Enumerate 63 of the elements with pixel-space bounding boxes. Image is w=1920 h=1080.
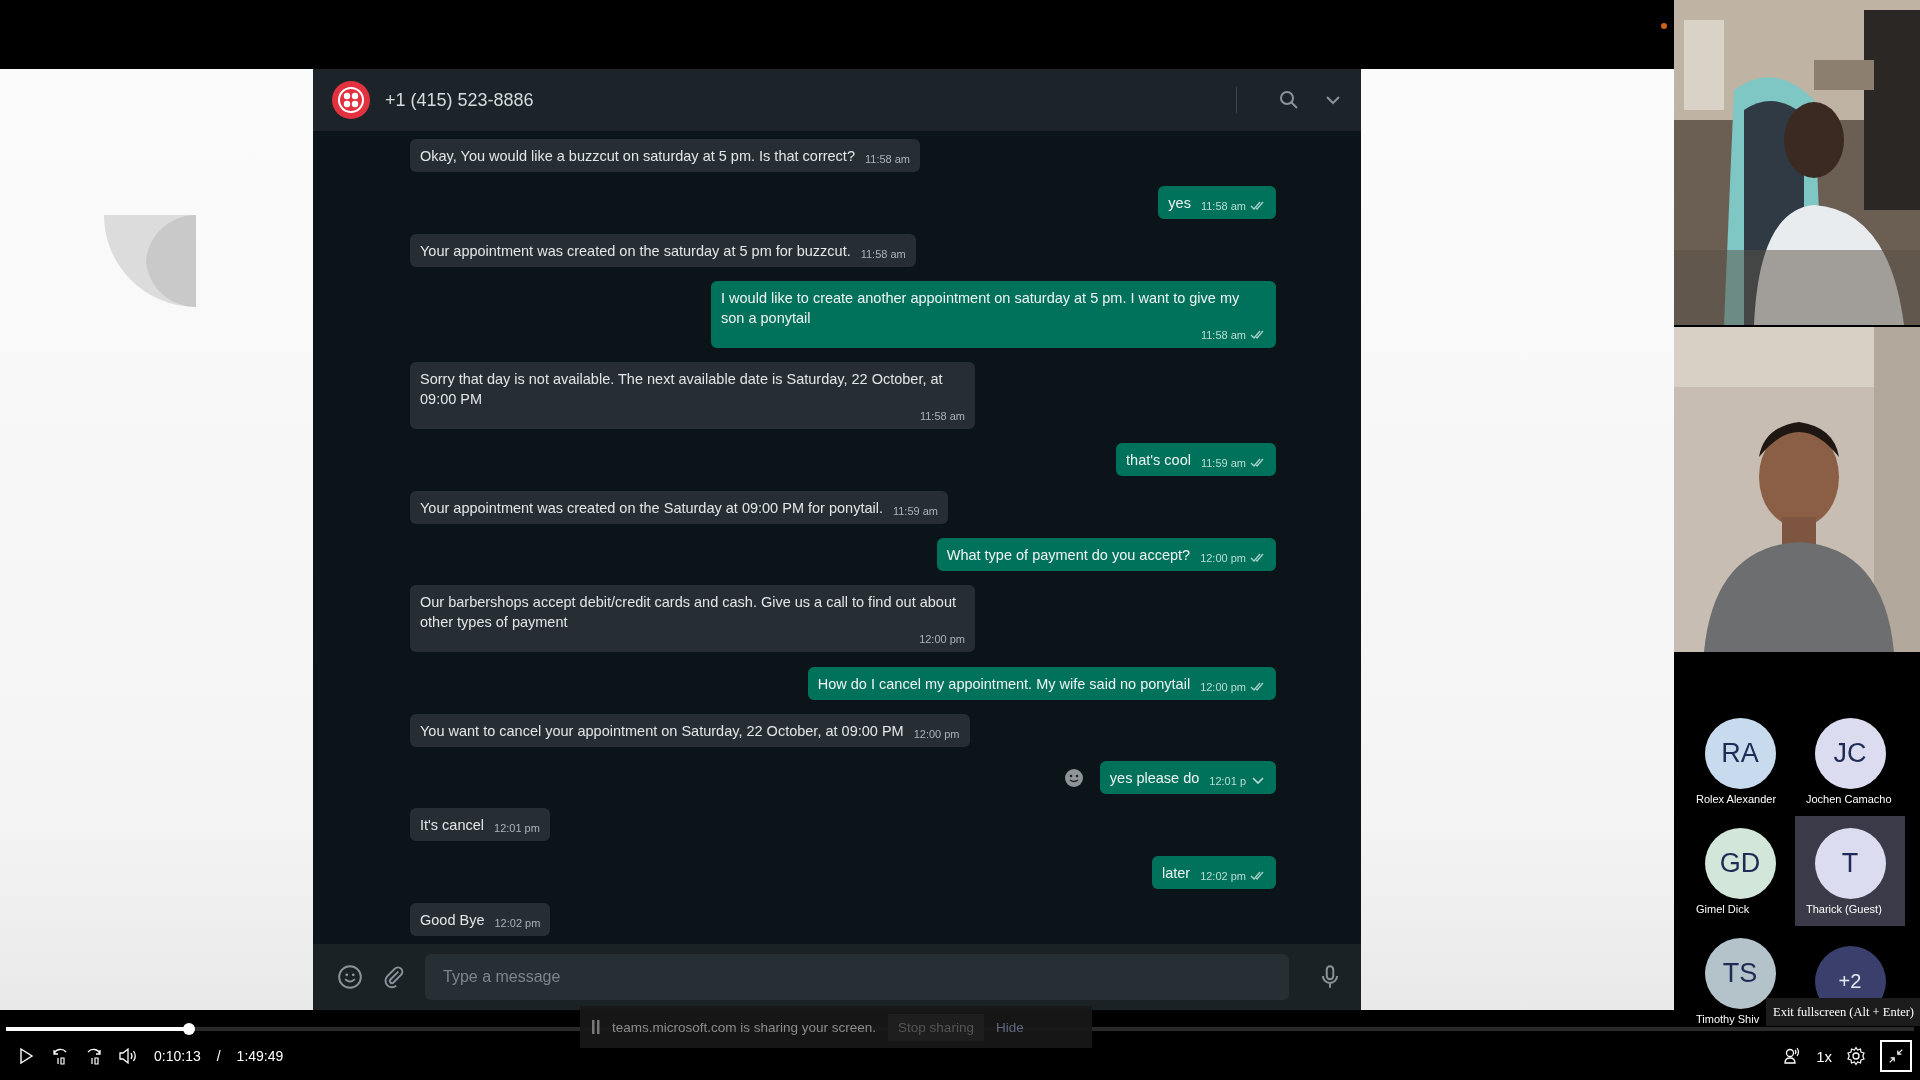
status-dot-icon bbox=[1661, 23, 1667, 29]
message-input[interactable]: Type a message bbox=[425, 954, 1289, 1000]
participant-name: Rolex Alexander bbox=[1695, 792, 1777, 805]
settings-icon[interactable] bbox=[1846, 1046, 1866, 1066]
message-text: Okay, You would like a buzzcut on saturday at 5 pm. Is that correct? bbox=[420, 147, 855, 166]
message-time: 12:02 pm bbox=[1200, 868, 1246, 883]
message-time: 12:00 pm bbox=[919, 632, 965, 647]
current-time: 0:10:13 bbox=[154, 1048, 201, 1064]
contact-phone: +1 (415) 523-8886 bbox=[385, 89, 535, 111]
emoji-icon[interactable] bbox=[337, 964, 363, 990]
message-text: What type of payment do you accept? bbox=[946, 545, 1191, 565]
message-time: 11:58 am bbox=[864, 152, 911, 166]
message-text: It's cancel bbox=[420, 816, 485, 836]
message-text: Your appointment was created on the saturday at 5 pm for buzzcut. bbox=[420, 241, 851, 261]
message-time: 11:58 am bbox=[860, 246, 906, 261]
double-check-icon bbox=[1250, 328, 1266, 341]
exit-fullscreen-icon bbox=[1887, 1047, 1905, 1065]
message-text: I would like to create another appointment on saturday at 5 pm. I want to give my son a ponytail bbox=[721, 288, 1241, 328]
message-text: later bbox=[1161, 863, 1191, 883]
participant-name: Tharick (Guest) bbox=[1805, 902, 1882, 915]
message-text: Your appointment was created on the Saturday at 09:00 PM for ponytail. bbox=[420, 498, 883, 518]
progress-thumb[interactable] bbox=[183, 1023, 196, 1035]
volume-icon[interactable] bbox=[118, 1046, 138, 1066]
sharing-message: teams.microsoft.com is sharing your screen. bbox=[612, 1019, 877, 1035]
message-text: yes bbox=[1168, 194, 1191, 214]
message-time: 11:58 am bbox=[1200, 327, 1246, 342]
search-icon[interactable] bbox=[1279, 90, 1299, 110]
smiley-icon[interactable] bbox=[1063, 767, 1084, 788]
participant-name: Jochen Camacho bbox=[1805, 792, 1892, 805]
message-time: 11:58 am bbox=[1200, 199, 1246, 214]
arc-shape-icon bbox=[103, 215, 196, 307]
message-text: Good Bye bbox=[420, 910, 485, 930]
avatar[interactable]: TS bbox=[1704, 937, 1776, 1009]
message-text: Sorry that day is not available. The next available date is Saturday, 22 October, at 09:00 PM bbox=[420, 370, 944, 410]
message-time: 12:00 pm bbox=[1200, 550, 1246, 565]
message-text: How do I cancel my appointment. My wife said no ponytail bbox=[817, 674, 1191, 694]
message-text: yes please do bbox=[1109, 769, 1200, 789]
message-text: You want to cancel your appointment on Saturday, 22 October, at 09:00 PM bbox=[420, 721, 904, 741]
message-time: 12:00 pm bbox=[913, 726, 960, 741]
message-time: 11:58 am bbox=[919, 409, 965, 424]
participant-name: Timothy Shiv bbox=[1695, 1012, 1760, 1025]
pause-icon bbox=[592, 1020, 600, 1034]
exit-fullscreen-button[interactable] bbox=[1880, 1040, 1912, 1072]
message-text: Our barbershops accept debit/credit cards and cash. Give us a call to find out about other types of payment bbox=[420, 593, 957, 633]
message-time: 12:02 pm bbox=[494, 915, 541, 930]
message-time: 11:59 am bbox=[1200, 456, 1246, 471]
time-separator: / bbox=[216, 1048, 221, 1064]
speed-button[interactable]: 1x bbox=[1816, 1047, 1832, 1065]
duration: 1:49:49 bbox=[236, 1048, 284, 1064]
message-time: 12:01 p bbox=[1209, 774, 1246, 789]
avatar[interactable]: RA bbox=[1704, 717, 1776, 789]
double-check-icon bbox=[1250, 680, 1266, 693]
participant-name: Gimel Dick bbox=[1695, 902, 1750, 915]
message-time: 12:00 pm bbox=[1200, 679, 1246, 694]
tooltip: Exit fullscreen (Alt + Enter) bbox=[1766, 998, 1920, 1026]
message-time: 12:01 pm bbox=[494, 821, 540, 836]
logo-icon bbox=[331, 80, 371, 120]
message-text: that's cool bbox=[1126, 451, 1191, 471]
double-check-icon bbox=[1250, 551, 1266, 564]
message-time: 11:59 am bbox=[892, 503, 938, 518]
avatar[interactable]: JC bbox=[1814, 717, 1886, 789]
double-check-icon bbox=[1250, 869, 1266, 882]
avatar[interactable]: GD bbox=[1704, 827, 1776, 899]
